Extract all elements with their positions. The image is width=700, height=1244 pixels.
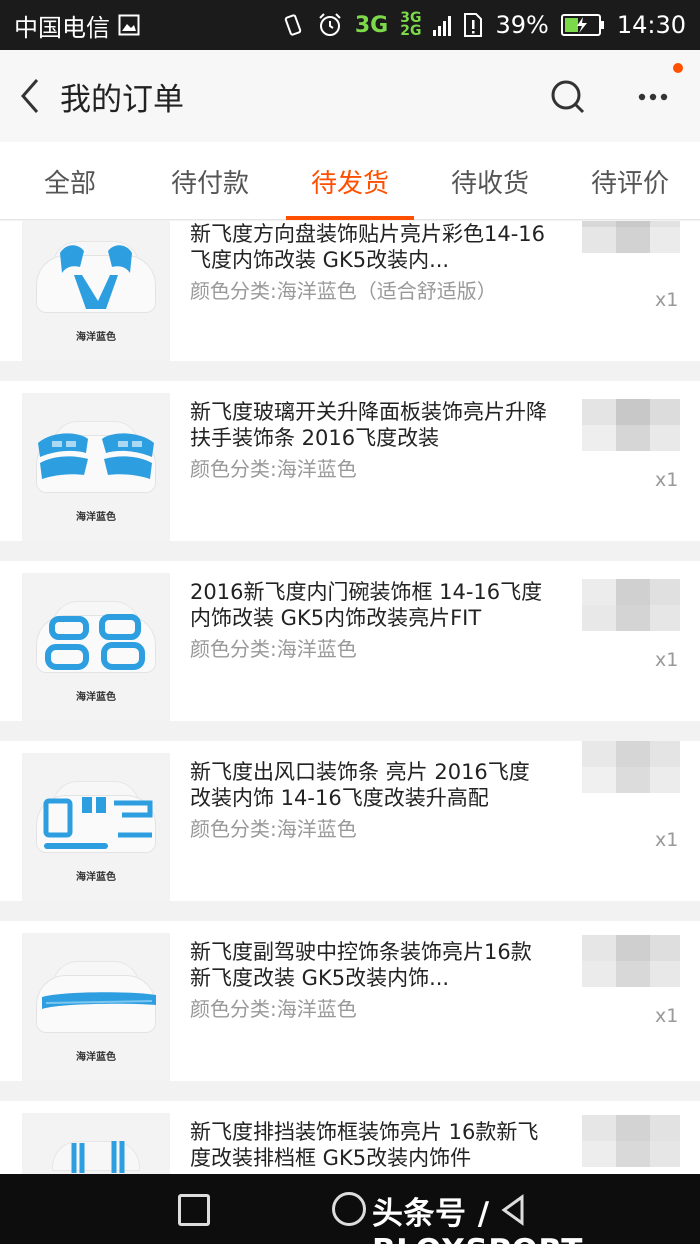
vibrate-icon	[281, 13, 305, 37]
thumb-brand-label: 海洋蓝色	[76, 692, 116, 703]
order-item[interactable]: 海洋蓝色 2016新飞度内门碗装饰框 14-16飞度内饰改装 GK5内饰改装亮片…	[0, 561, 700, 721]
product-sku: 颜色分类:海洋蓝色	[190, 997, 357, 1021]
network-3g-label: 3G	[354, 12, 389, 38]
tab-pending-review[interactable]: 待评价	[560, 142, 700, 220]
product-quantity: x1	[655, 829, 679, 851]
price-blurred	[582, 221, 682, 279]
product-thumbnail: 海洋蓝色	[22, 933, 170, 1081]
product-sku: 颜色分类:海洋蓝色	[190, 817, 357, 841]
price-blurred	[582, 399, 682, 477]
system-nav-bar: 头条号 / BLOXSPORT	[0, 1174, 700, 1244]
product-quantity: x1	[655, 289, 679, 311]
thumb-brand-label: 海洋蓝色	[76, 1052, 116, 1063]
thumb-brand-label: 海洋蓝色	[76, 332, 116, 343]
notification-dot	[673, 63, 683, 73]
gear-shift-trim-icon	[71, 1141, 125, 1173]
product-quantity: x1	[655, 469, 679, 491]
product-title: 新飞度方向盘装饰贴片亮片彩色14-16飞度内饰改装 GK5改装内...	[190, 222, 546, 272]
product-thumbnail: 海洋蓝色	[22, 393, 170, 541]
tab-pending-shipment[interactable]: 待发货	[280, 142, 420, 220]
price-blurred	[582, 935, 682, 1013]
product-title: 新飞度排挡装饰框装饰亮片 16款新飞度改装排档框 GK5改装内饰件	[190, 1120, 539, 1170]
order-item[interactable]: 海洋蓝色 新飞度玻璃开关升降面板装饰亮片升降扶手装饰条 2016飞度改装 颜色分…	[0, 381, 700, 541]
product-thumbnail: 海洋蓝色	[22, 753, 170, 901]
battery-percent: 39%	[495, 11, 549, 39]
product-sku: 颜色分类:海洋蓝色	[190, 457, 357, 481]
battery-charging-icon	[560, 13, 605, 37]
network-2g-small: 2G	[400, 23, 422, 39]
order-list: 海洋蓝色 新飞度方向盘装饰贴片亮片彩色14-16飞度内饰改装 GK5改装内...…	[0, 221, 700, 1174]
price-blurred	[582, 1115, 682, 1174]
more-options-icon[interactable]	[630, 74, 676, 120]
product-sku: 颜色分类:海洋蓝色	[190, 637, 357, 661]
price-blurred	[582, 579, 682, 657]
carrier-name: 中国电信	[14, 13, 110, 42]
tab-all[interactable]: 全部	[0, 142, 140, 220]
search-icon[interactable]	[545, 74, 591, 120]
product-title: 新飞度副驾驶中控饰条装饰亮片16款新飞度改装 GK5改装内饰...	[190, 940, 532, 990]
tab-pending-payment[interactable]: 待付款	[140, 142, 280, 220]
recent-apps-icon[interactable]	[178, 1194, 210, 1226]
thumb-brand-label: 海洋蓝色	[76, 512, 116, 523]
product-thumbnail	[22, 1113, 170, 1174]
order-item[interactable]: 海洋蓝色 新飞度方向盘装饰贴片亮片彩色14-16飞度内饰改装 GK5改装内...…	[0, 221, 700, 361]
status-bar: 中国电信 3G 3G 2G 39% 14:30	[0, 0, 700, 50]
alarm-icon	[317, 12, 343, 38]
order-item[interactable]: 新飞度排挡装饰框装饰亮片 16款新飞度改装排档框 GK5改装内饰件	[0, 1101, 700, 1174]
price-blurred	[582, 741, 682, 819]
signal-icon	[433, 14, 452, 36]
nav-bar: 我的订单	[0, 50, 700, 142]
tab-pending-receipt[interactable]: 待收货	[420, 142, 560, 220]
gallery-icon	[118, 14, 140, 36]
product-title: 新飞度玻璃开关升降面板装饰亮片升降扶手装饰条 2016飞度改装	[190, 400, 547, 450]
back-arrow-icon[interactable]	[0, 50, 60, 142]
product-title: 2016新飞度内门碗装饰框 14-16飞度内饰改装 GK5内饰改装亮片FIT	[190, 580, 543, 630]
product-title: 新飞度出风口装饰条 亮片 2016飞度改装内饰 14-16飞度改装升高配	[190, 760, 530, 810]
sim-alert-icon	[463, 12, 483, 38]
network-dual-label: 3G 2G	[400, 11, 422, 39]
order-tabs: 全部 待付款 待发货 待收货 待评价	[0, 142, 700, 220]
product-quantity: x1	[655, 1005, 679, 1027]
order-item[interactable]: 海洋蓝色 新飞度副驾驶中控饰条装饰亮片16款新飞度改装 GK5改装内饰... 颜…	[0, 921, 700, 1081]
product-thumbnail: 海洋蓝色	[22, 573, 170, 721]
order-item[interactable]: 海洋蓝色 新飞度出风口装饰条 亮片 2016飞度改装内饰 14-16飞度改装升高…	[0, 741, 700, 901]
clock-time: 14:30	[616, 11, 686, 39]
page-title: 我的订单	[60, 81, 184, 118]
home-icon[interactable]	[332, 1192, 366, 1226]
watermark-text: 头条号 / BLOXSPORT	[372, 1196, 582, 1244]
product-sku: 颜色分类:海洋蓝色（适合舒适版）	[190, 279, 497, 303]
product-thumbnail: 海洋蓝色	[22, 221, 170, 361]
product-quantity: x1	[655, 649, 679, 671]
thumb-brand-label: 海洋蓝色	[76, 872, 116, 883]
